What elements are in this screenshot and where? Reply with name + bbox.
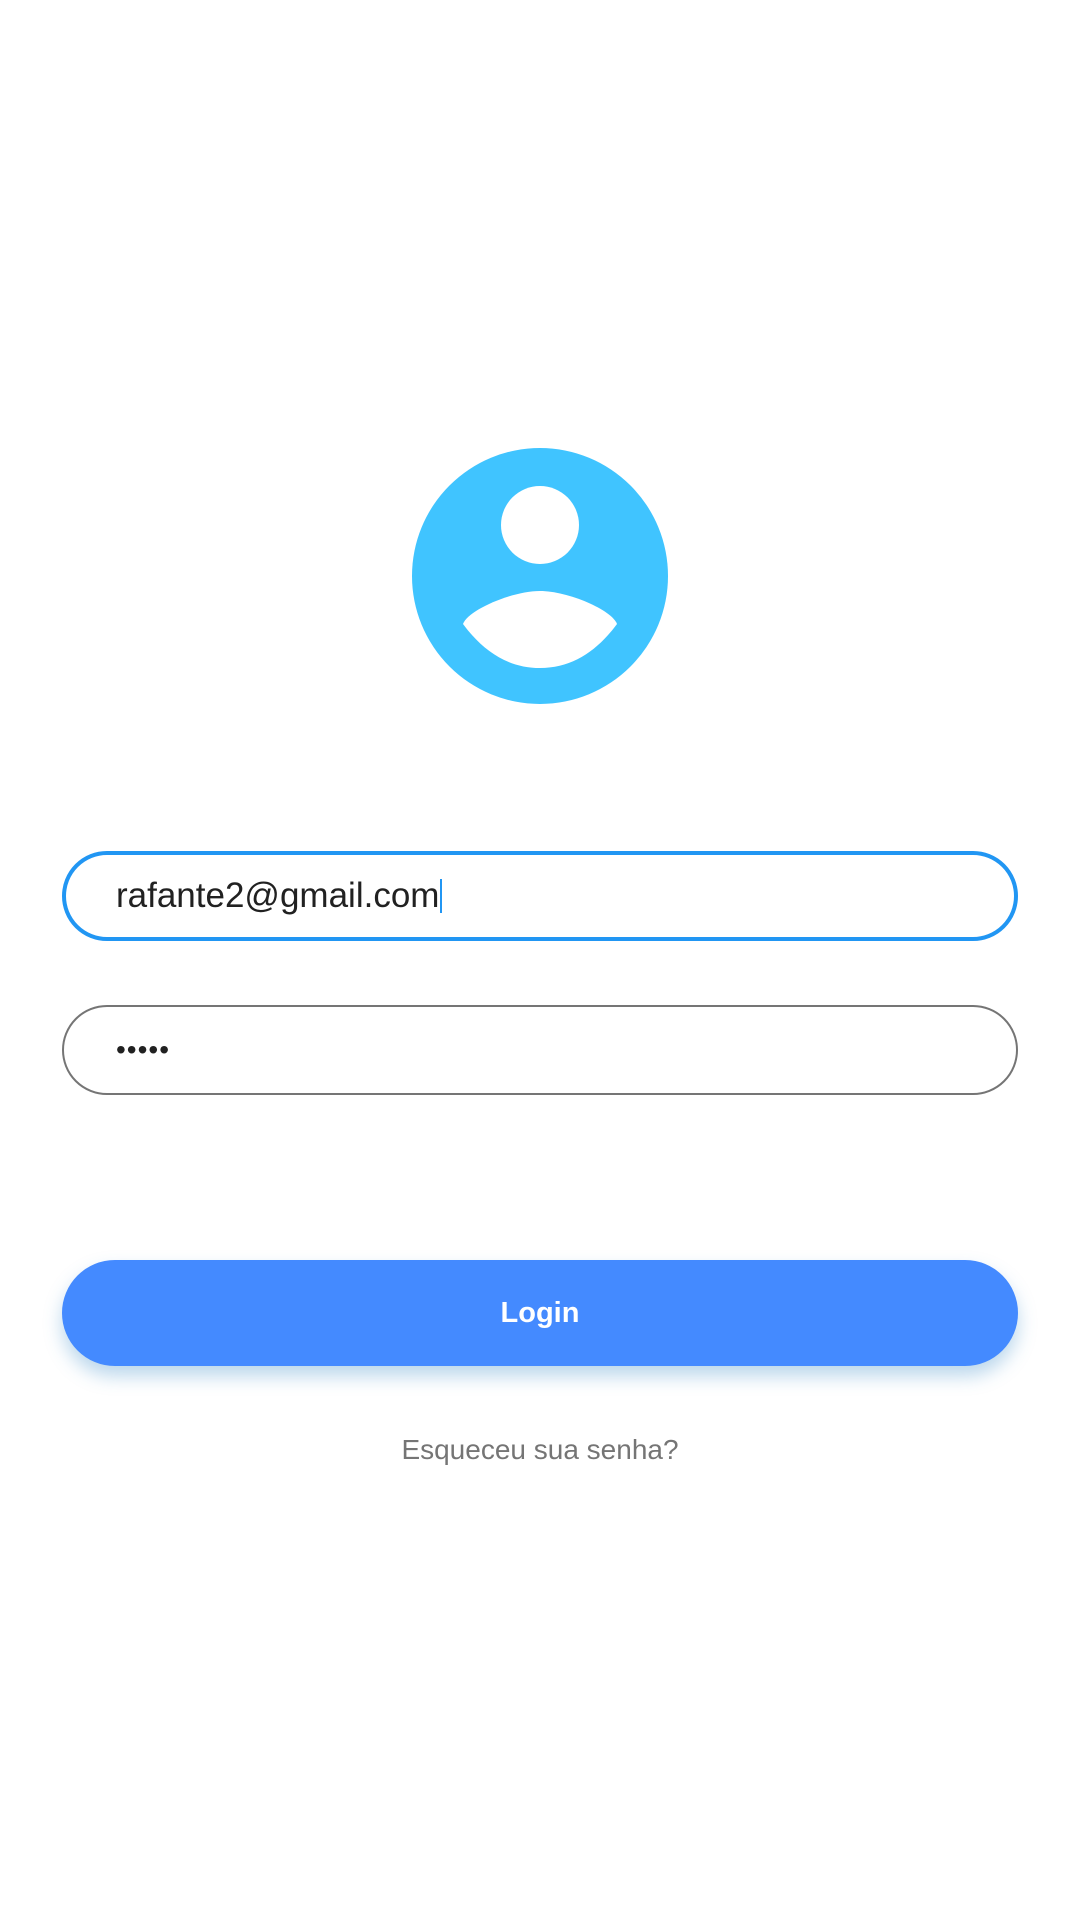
password-field-value: •••••	[116, 1034, 171, 1065]
email-field[interactable]: rafante2@gmail.com	[62, 851, 1018, 941]
login-button[interactable]: Login	[62, 1260, 1018, 1366]
login-screen: rafante2@gmail.com ••••• Login Esqueceu …	[0, 0, 1080, 1920]
text-cursor	[440, 879, 443, 913]
email-text: rafante2@gmail.com	[116, 876, 440, 915]
email-field-value: rafante2@gmail.com	[116, 855, 443, 937]
forgot-password-link[interactable]: Esqueceu sua senha?	[0, 1434, 1080, 1466]
account-circle-icon	[412, 448, 668, 704]
password-field[interactable]: •••••	[62, 1005, 1018, 1095]
